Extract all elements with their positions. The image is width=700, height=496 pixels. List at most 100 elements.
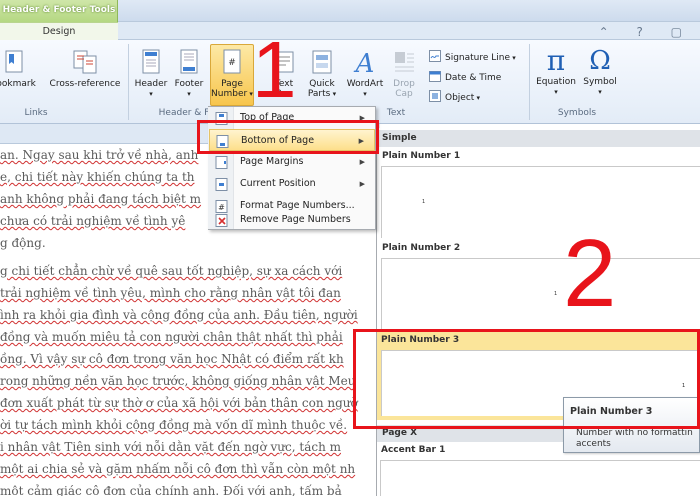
gallery-item-plain-number-1[interactable]: 1 <box>381 166 700 238</box>
doc-line: an. Ngay sau khi trở về nhà, anh <box>0 148 199 162</box>
signature-line-dropdown-arrow: ▾ <box>510 54 516 62</box>
page-number-preview: 1 <box>422 199 426 205</box>
date-time-label: Date & Time <box>445 73 502 83</box>
gallery-section-header: Simple <box>377 130 700 147</box>
header-button[interactable]: Header ▾ <box>132 48 170 99</box>
doc-line: anh không phải đang tách biệt m <box>0 192 202 206</box>
signature-line-label: Signature Line <box>445 53 511 63</box>
tab-strip: ⌃ ? ▢ <box>118 22 700 40</box>
drop-cap-label-1: Drop <box>393 79 415 89</box>
group-label-symbols: Symbols <box>557 108 597 118</box>
doc-line: một cảm giác cô đơn của chính anh. Đối v… <box>0 484 342 496</box>
annotation-box-1 <box>197 120 379 154</box>
page-number-label-1: Page <box>221 79 243 89</box>
drop-cap-label-2: Cap <box>395 89 413 99</box>
symbol-label: Symbol <box>583 77 617 87</box>
menu-item-current-position[interactable]: Current Position ▶ <box>209 173 375 195</box>
doc-line: rong những nền văn học trước, không giốn… <box>0 374 356 388</box>
equation-label: Equation <box>536 77 576 87</box>
doc-line: e, chi tiết này khiến chúng ta th <box>0 170 195 184</box>
window-controls[interactable]: ⌃ ? ▢ <box>599 25 694 39</box>
annotation-box-2 <box>353 329 700 429</box>
doc-line: i nhân vật Tiên sinh với nỗi dằn vặt đến… <box>0 440 341 454</box>
header-dropdown-arrow: ▾ <box>149 90 153 98</box>
footer-label: Footer <box>174 79 204 89</box>
header-icon <box>142 49 160 74</box>
bookmark-button[interactable]: Bookmark <box>0 48 38 89</box>
doc-line: g động. <box>0 236 46 250</box>
object-dropdown-arrow: ▾ <box>474 94 481 102</box>
doc-line: đơn xuất phát từ sự thờ ơ của xã hội với… <box>0 396 358 410</box>
date-time-button[interactable]: Date & Time <box>429 70 501 83</box>
cross-reference-icon <box>73 50 97 74</box>
bookmark-label: Bookmark <box>0 79 36 89</box>
tooltip-description: Number with no formattin accents <box>576 428 693 449</box>
equation-button[interactable]: π Equation ▾ <box>532 46 580 97</box>
gallery-item-title: Accent Bar 1 <box>381 445 446 455</box>
group-label-links: Links <box>24 108 48 118</box>
cross-reference-button[interactable]: Cross-reference <box>46 48 124 89</box>
drop-cap-icon <box>395 52 414 72</box>
signature-line-button[interactable]: Signature Line ▾ <box>429 50 516 63</box>
menu-item-remove-page-numbers[interactable]: Remove Page Numbers <box>209 211 375 229</box>
wordart-icon: A <box>354 49 375 76</box>
current-position-icon <box>215 178 228 191</box>
submenu-arrow-icon: ▶ <box>359 158 365 166</box>
symbol-dropdown-arrow: ▾ <box>598 88 602 96</box>
gallery-item-title: Plain Number 2 <box>382 243 461 253</box>
annotation-number-1: 1 <box>252 25 297 114</box>
svg-text:#: # <box>228 58 236 68</box>
svg-text:A: A <box>354 49 375 76</box>
doc-line: chưa có trải nghiệm về tình yê <box>0 214 186 228</box>
pi-icon: π <box>546 44 566 77</box>
group-label-text: Text <box>386 108 406 118</box>
gallery-item-title: Plain Number 1 <box>382 151 461 161</box>
menu-item-page-margins[interactable]: Page Margins ▶ <box>209 151 375 173</box>
doc-line: g chi tiết chẳn chừ về quê sau tốt nghiệ… <box>0 264 343 278</box>
footer-button[interactable]: Footer ▾ <box>170 48 208 99</box>
page-margins-icon <box>215 156 228 169</box>
doc-line: đồng và muốn miêu tả con người chân thật… <box>0 330 343 344</box>
tab-design[interactable]: Design <box>0 22 118 40</box>
calendar-icon <box>429 71 441 82</box>
symbol-button[interactable]: Ω Symbol ▾ <box>580 46 620 97</box>
doc-line: ồng. Vì vậy sự cô đơn trong văn học Nhật… <box>0 352 344 366</box>
context-title: Header & Footer Tools <box>2 5 116 15</box>
drop-cap-button[interactable]: Drop Cap <box>386 48 422 99</box>
wordart-dropdown-arrow: ▾ <box>363 90 367 98</box>
object-label: Object <box>445 93 475 103</box>
object-icon <box>429 90 441 102</box>
quick-parts-label-2: Parts <box>307 89 331 99</box>
remove-page-numbers-icon <box>215 214 228 227</box>
page-number-preview: 1 <box>554 291 558 297</box>
group-separator <box>128 44 129 120</box>
gallery-item-plain-number-2[interactable]: 1 <box>381 258 700 330</box>
signature-line-icon <box>429 50 441 62</box>
menu-item-label: Page Margins <box>240 156 304 167</box>
quick-parts-label-1: Quick <box>309 79 335 89</box>
doc-line: trải nghiệm về tình yêu, mình cho rằng n… <box>0 286 341 300</box>
bookmark-icon <box>5 50 23 73</box>
wordart-button[interactable]: A WordArt ▾ <box>342 48 388 99</box>
quick-parts-button[interactable]: Quick Parts ▾ <box>302 48 342 99</box>
menu-item-label: Current Position <box>240 178 316 189</box>
omega-icon: Ω <box>589 46 611 76</box>
quick-parts-dropdown-arrow: ▾ <box>330 90 337 98</box>
object-button[interactable]: Object ▾ <box>429 90 480 103</box>
footer-dropdown-arrow: ▾ <box>187 90 191 98</box>
doc-line: ình ra khỏi gia đình và cộng đồng của an… <box>0 308 358 322</box>
page-number-content: # Page Number ▾ <box>210 48 254 99</box>
quick-parts-icon <box>312 50 332 74</box>
submenu-arrow-icon: ▶ <box>359 180 365 188</box>
wordart-label: WordArt <box>346 79 384 89</box>
footer-icon <box>180 49 198 74</box>
page-number-icon: # <box>223 49 241 74</box>
annotation-number-2: 2 <box>563 220 617 327</box>
cross-reference-label: Cross-reference <box>49 79 121 89</box>
group-separator <box>529 44 530 120</box>
doc-line: ời tự tách mình khỏi cộng đồng mà vốn dĩ… <box>0 418 348 432</box>
gallery-item-accent-bar-1[interactable] <box>380 460 700 496</box>
menu-item-label: Remove Page Numbers <box>240 214 351 225</box>
group-label-header-footer: Header & F <box>158 108 210 118</box>
page-number-label-2: Number <box>211 89 248 99</box>
